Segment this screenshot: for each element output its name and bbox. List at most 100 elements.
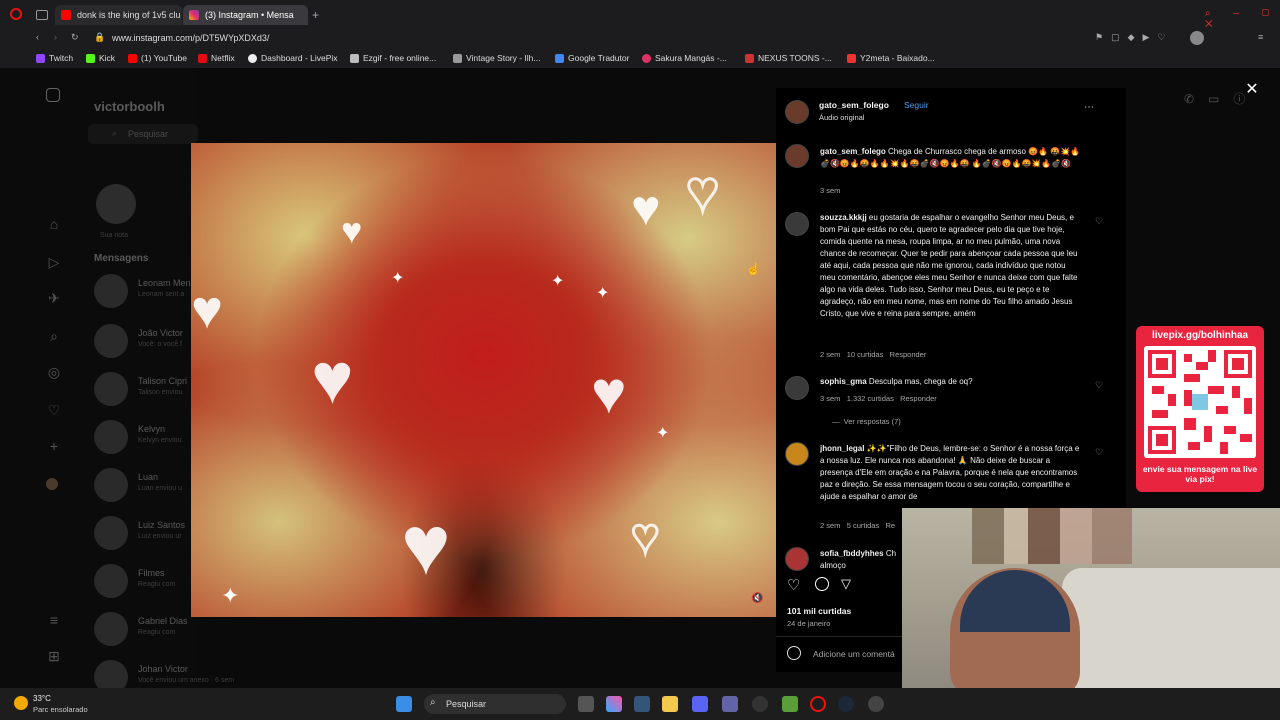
workspaces-icon[interactable] xyxy=(36,10,48,20)
window-controls[interactable]: ⌕ – ▢ ✕ xyxy=(1205,8,1280,30)
comment-meta: 2 sem 5 curtidas Re xyxy=(820,521,896,530)
heart-sticker-icon: ♥ xyxy=(341,210,363,251)
messages-heading: Mensagens xyxy=(94,253,149,264)
more-menu-icon[interactable]: ≡ xyxy=(46,612,62,628)
bookmark-netflix[interactable]: Netflix xyxy=(198,52,235,65)
comment-like-icon[interactable]: ♡ xyxy=(1095,447,1103,458)
tab-youtube[interactable]: donk is the king of 1v5 clu xyxy=(55,5,182,25)
instagram-logo-icon[interactable] xyxy=(46,88,60,102)
more-options-icon[interactable]: ⋯ xyxy=(1084,102,1094,113)
windows-start-icon[interactable] xyxy=(396,696,412,712)
conversation-item[interactable]: Talison Cipri Talison enviou xyxy=(94,372,204,406)
profile-avatar[interactable] xyxy=(1190,31,1204,45)
likes-total[interactable]: 101 mil curtidas xyxy=(787,606,851,616)
reel-video[interactable]: ♥ ♥ ♥ ♥ ♥ ♥ ♥ ♥ ✦ ✦ ✦ ✦ ✦ 🔇 xyxy=(191,143,776,617)
meta-apps-icon[interactable]: ⊞ xyxy=(46,648,62,664)
notifications-icon[interactable]: ♡ xyxy=(46,402,62,418)
create-icon[interactable]: + xyxy=(46,438,62,454)
post-caption: gato_sem_folego Chega de Churrasco chega… xyxy=(820,147,1081,168)
translate-icon xyxy=(555,54,564,63)
explore-icon[interactable]: ◎ xyxy=(46,364,62,380)
tab-instagram[interactable]: (3) Instagram • Mensa xyxy=(183,5,308,25)
file-explorer-icon[interactable] xyxy=(662,696,678,712)
discord-icon[interactable] xyxy=(692,696,708,712)
teams-icon[interactable] xyxy=(722,696,738,712)
conversation-item[interactable]: Luiz Santos Luiz enviou ur xyxy=(94,516,204,550)
copilot-icon[interactable] xyxy=(606,696,622,712)
conversation-item[interactable]: João Victor Você: o você f xyxy=(94,324,204,358)
messages-icon[interactable]: ✈ xyxy=(46,290,62,306)
comment-like-icon[interactable]: ♡ xyxy=(1095,216,1103,227)
author-avatar[interactable] xyxy=(785,144,809,168)
note-avatar[interactable] xyxy=(96,184,136,224)
comment-icon[interactable] xyxy=(815,577,829,591)
commenter-avatar[interactable] xyxy=(785,547,809,571)
app-icon[interactable] xyxy=(868,696,884,712)
weather-temp[interactable]: 33°C xyxy=(33,694,51,703)
weather-icon[interactable] xyxy=(14,696,28,710)
bookmark-google-tradutor[interactable]: Google Tradutor xyxy=(555,52,629,65)
task-view-icon[interactable] xyxy=(578,696,594,712)
messages-column: victorboolh ⌕ Pesquisar Sua nota Mensage… xyxy=(78,68,234,694)
mute-icon[interactable]: 🔇 xyxy=(751,593,763,604)
bookmark-y2meta[interactable]: Y2meta - Baixado... xyxy=(847,52,935,65)
account-username[interactable]: victorboolh xyxy=(94,99,165,114)
kick-icon xyxy=(86,54,95,63)
avatar xyxy=(94,372,128,406)
toolbar-icons[interactable]: ⚑▢◆▶♡ xyxy=(1095,32,1173,43)
menu-icon[interactable]: ≡ xyxy=(1258,32,1263,42)
store-icon[interactable] xyxy=(634,696,650,712)
bookmark-sakura-mangas[interactable]: Sakura Mangás -... xyxy=(642,52,727,65)
commenter-avatar[interactable] xyxy=(785,442,809,466)
avatar xyxy=(94,420,128,454)
reload-icon[interactable]: ↻ xyxy=(71,32,79,43)
commenter-avatar[interactable] xyxy=(785,376,809,400)
bookmark-kick[interactable]: Kick xyxy=(86,52,115,65)
opera-icon[interactable] xyxy=(810,696,826,712)
emoji-icon[interactable] xyxy=(787,646,801,660)
conversation-item[interactable]: Filmes Reagiu com xyxy=(94,564,204,598)
bookmark-youtube[interactable]: (1) YouTube xyxy=(128,52,187,65)
avatar xyxy=(94,612,128,646)
reels-icon[interactable]: ▷ xyxy=(46,254,62,270)
follow-button[interactable]: Seguir xyxy=(904,100,929,110)
steam-icon[interactable] xyxy=(838,696,854,712)
like-icon[interactable]: ♡ xyxy=(787,576,800,594)
profile-icon[interactable] xyxy=(46,478,58,490)
close-icon[interactable]: ✕ xyxy=(1244,82,1260,98)
search-icon[interactable]: ⌕ xyxy=(46,328,62,344)
minecraft-icon[interactable] xyxy=(782,696,798,712)
bookmark-ezgif[interactable]: Ezgif - free online... xyxy=(350,52,436,65)
obs-icon[interactable] xyxy=(752,696,768,712)
conversation-item[interactable]: Leonam Men Leonam sent a xyxy=(94,274,204,308)
search-input[interactable]: ⌕ Pesquisar xyxy=(88,124,198,144)
livepix-qr-overlay: livepix.gg/bolhinhaa envie sua mensagem … xyxy=(1136,326,1264,492)
conversation-item[interactable]: Gabriel Dias Reagiu com xyxy=(94,612,204,646)
comment-like-icon[interactable]: ♡ xyxy=(1095,380,1103,391)
conversation-item[interactable]: Luan Luan enviou u xyxy=(94,468,204,502)
commenter-avatar[interactable] xyxy=(785,212,809,236)
back-icon[interactable]: ‹ xyxy=(36,32,39,42)
bookmark-twitch[interactable]: Twitch xyxy=(36,52,73,65)
avatar xyxy=(94,468,128,502)
forward-icon[interactable]: › xyxy=(54,32,57,42)
comment-input[interactable]: Adicione um comentá xyxy=(813,649,895,659)
opera-logo-icon[interactable] xyxy=(10,8,22,20)
home-icon[interactable]: ⌂ xyxy=(46,216,62,232)
author-avatar[interactable] xyxy=(785,100,809,124)
conversation-item[interactable]: Kelvyn Kelvyn enviou xyxy=(94,420,204,454)
tab-label: (3) Instagram • Mensa xyxy=(205,10,294,20)
heart-sticker-icon: ♥ xyxy=(401,498,451,592)
new-tab-button[interactable]: + xyxy=(312,8,319,22)
view-replies-link[interactable]: — Ver respostas (7) xyxy=(832,417,901,426)
bed xyxy=(1062,568,1280,688)
taskbar-search[interactable]: ⌕ Pesquisar xyxy=(424,694,566,714)
bookmark-livepix[interactable]: Dashboard - LivePix xyxy=(248,52,338,65)
bookmark-vintage-story[interactable]: Vintage Story - Ilh... xyxy=(453,52,541,65)
bookmark-nexus-toons[interactable]: NEXUS TOONS -... xyxy=(745,52,832,65)
audio-label[interactable]: Áudio original xyxy=(819,113,864,122)
share-icon[interactable]: ▽ xyxy=(841,576,851,592)
lock-icon: 🔒 xyxy=(94,32,106,42)
post-author[interactable]: gato_sem_folego xyxy=(819,100,889,110)
url-field[interactable]: www.instagram.com/p/DT5WYpXDXd3/ xyxy=(112,33,269,43)
